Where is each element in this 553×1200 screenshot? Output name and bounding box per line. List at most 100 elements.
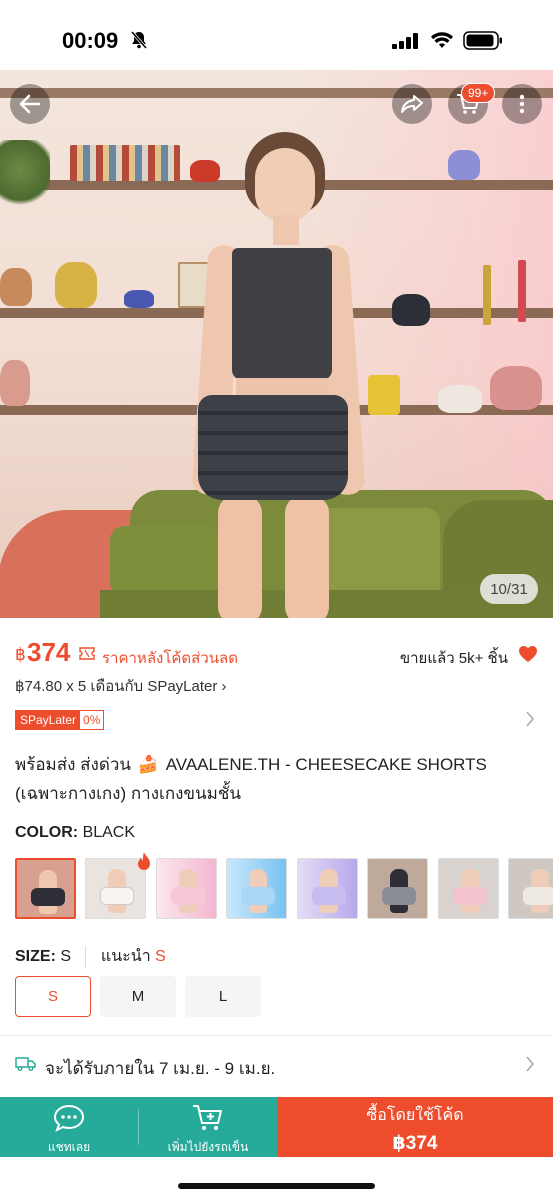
buy-price: ฿374 bbox=[392, 1133, 438, 1154]
cart-label: เพิ่มไปยังรถเข็น bbox=[167, 1140, 249, 1154]
size-recommend-label: แนะนำ bbox=[100, 948, 151, 965]
size-recommend-value: S bbox=[155, 948, 166, 965]
add-to-cart-icon bbox=[193, 1105, 222, 1130]
spaylater-row[interactable]: SPayLater 0% bbox=[15, 710, 538, 732]
spaylater-name: SPayLater bbox=[16, 711, 81, 729]
wifi-icon bbox=[431, 32, 453, 48]
delivery-row[interactable]: จะได้รับภายใน 7 เม.ย. - 9 เม.ย. bbox=[15, 1050, 538, 1082]
chevron-right-icon bbox=[526, 711, 535, 727]
size-option-m[interactable]: M bbox=[100, 976, 176, 1017]
color-swatch[interactable] bbox=[15, 858, 76, 919]
model-leg bbox=[285, 495, 329, 618]
sold-count: ขายแล้ว 5k+ ชิ้น bbox=[399, 650, 508, 667]
bottom-left-group: แชทเลย เพิ่มไปยังรถเข็น bbox=[0, 1097, 277, 1157]
teapot bbox=[190, 160, 220, 182]
color-swatch[interactable] bbox=[438, 858, 499, 919]
spaylater-tag: SPayLater 0% bbox=[15, 710, 105, 730]
divider bbox=[0, 1035, 553, 1036]
share-icon bbox=[401, 95, 423, 113]
vase bbox=[55, 262, 97, 308]
size-option-s[interactable]: S bbox=[15, 976, 91, 1017]
arrow-left-icon bbox=[19, 94, 41, 114]
vase bbox=[448, 150, 480, 180]
more-button[interactable] bbox=[502, 84, 542, 124]
size-value: S bbox=[60, 948, 72, 965]
cake-icon: 🍰 bbox=[137, 755, 159, 774]
swatch-shorts bbox=[382, 887, 416, 905]
installment-link[interactable]: ฿74.80 x 5 เดือนกับ SPayLater › bbox=[15, 674, 226, 698]
swatch-shorts bbox=[100, 887, 134, 905]
color-swatch[interactable] bbox=[156, 858, 217, 919]
color-swatches bbox=[15, 858, 553, 920]
color-label: COLOR: BLACK bbox=[15, 824, 135, 842]
cup bbox=[124, 290, 154, 308]
swatch-shorts bbox=[31, 888, 65, 906]
color-swatch[interactable] bbox=[367, 858, 428, 919]
size-label: SIZE: bbox=[15, 948, 56, 965]
model-neck bbox=[273, 215, 299, 245]
voucher-icon bbox=[79, 647, 95, 660]
candle bbox=[518, 260, 526, 322]
delivery-text: จะได้รับภายใน 7 เม.ย. - 9 เม.ย. bbox=[45, 1059, 276, 1078]
vase bbox=[0, 360, 30, 406]
status-bar: 00:09 bbox=[0, 0, 553, 70]
swatch-shorts bbox=[171, 887, 205, 905]
product-title: พร้อมส่ง ส่งด่วน 🍰 AVAALENE.TH - CHEESEC… bbox=[15, 750, 535, 808]
model-face bbox=[255, 148, 315, 222]
color-swatch[interactable] bbox=[297, 858, 358, 919]
color-swatch[interactable] bbox=[508, 858, 553, 919]
bottom-action-bar: แชทเลย เพิ่มไปยังรถเข็น ซื้อโดยใช้โค้ด ฿… bbox=[0, 1097, 553, 1157]
back-button[interactable] bbox=[10, 84, 50, 124]
candle bbox=[483, 265, 491, 325]
share-button[interactable] bbox=[392, 84, 432, 124]
buy-with-voucher-button[interactable]: ซื้อโดยใช้โค้ด ฿374 bbox=[277, 1097, 553, 1157]
fire-icon bbox=[138, 852, 150, 870]
battery-icon bbox=[463, 31, 502, 50]
sheep-figurine bbox=[438, 385, 482, 413]
plant bbox=[0, 140, 50, 210]
signal-icon bbox=[392, 33, 418, 49]
color-swatch[interactable] bbox=[226, 858, 287, 919]
swatch-shorts bbox=[453, 887, 487, 905]
model-top bbox=[232, 248, 332, 380]
size-option-l[interactable]: L bbox=[185, 976, 261, 1017]
discount-price-label[interactable]: ราคาหลังโค้ดส่วนลด bbox=[102, 646, 238, 670]
add-to-cart-button[interactable]: เพิ่มไปยังรถเข็น bbox=[139, 1097, 277, 1157]
more-vertical-icon bbox=[519, 94, 525, 114]
vase bbox=[490, 366, 542, 410]
bell-muted-icon bbox=[130, 31, 148, 49]
status-time: 00:09 bbox=[62, 28, 119, 53]
cup bbox=[368, 375, 400, 415]
model-shorts bbox=[198, 395, 348, 500]
heart-icon[interactable] bbox=[518, 645, 538, 663]
swatch-shorts bbox=[241, 887, 275, 905]
installment-text: ฿74.80 x 5 เดือนกับ SPayLater bbox=[15, 678, 218, 695]
chevron-right-icon: › bbox=[221, 678, 227, 695]
spaylater-rate: 0% bbox=[80, 711, 104, 729]
home-indicator[interactable] bbox=[178, 1183, 375, 1189]
product-image[interactable] bbox=[0, 70, 553, 618]
teapot bbox=[392, 294, 430, 326]
pillow bbox=[110, 526, 220, 596]
color-label-title: COLOR: bbox=[15, 824, 79, 841]
image-counter: 10/31 bbox=[480, 574, 538, 604]
price-amount: 374 bbox=[27, 637, 71, 667]
chat-label: แชทเลย bbox=[47, 1140, 91, 1154]
cart-badge: 99+ bbox=[461, 83, 496, 103]
chat-icon bbox=[53, 1104, 85, 1133]
books bbox=[70, 145, 180, 181]
chat-button[interactable]: แชทเลย bbox=[0, 1097, 138, 1157]
size-row: SIZE: S แนะนำ S bbox=[15, 944, 166, 969]
truck-icon bbox=[15, 1057, 36, 1071]
buy-label: ซื้อโดยใช้โค้ด bbox=[366, 1107, 464, 1124]
swatch-shorts bbox=[312, 887, 346, 905]
price-row: ฿ 374 ราคาหลังโค้ดส่วนลด ขายแล้ว 5k+ ชิ้… bbox=[15, 636, 538, 670]
chevron-right-icon bbox=[526, 1056, 535, 1072]
color-value: BLACK bbox=[82, 824, 136, 841]
title-prefix: พร้อมส่ง ส่งด่วน bbox=[15, 755, 132, 774]
swatch-shorts bbox=[523, 887, 553, 905]
model-leg bbox=[218, 495, 262, 618]
price-currency: ฿ bbox=[15, 645, 26, 664]
jar bbox=[0, 268, 32, 306]
divider bbox=[85, 945, 87, 968]
